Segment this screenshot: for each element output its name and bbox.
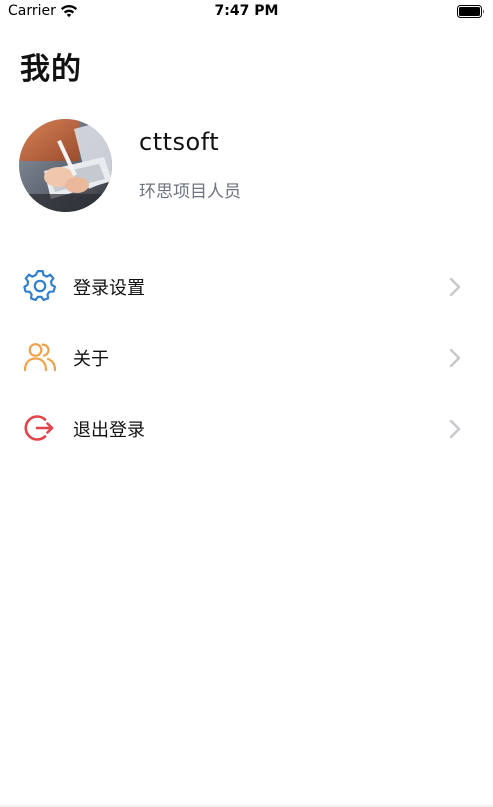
avatar[interactable]	[19, 119, 112, 212]
menu-item-logout[interactable]: 退出登录	[0, 393, 493, 464]
users-icon	[23, 343, 57, 372]
battery-icon	[457, 5, 484, 18]
gear-icon	[23, 270, 57, 302]
menu-item-about[interactable]: 关于	[0, 322, 493, 393]
avatar-photo	[19, 119, 112, 212]
menu-item-login-settings[interactable]: 登录设置	[0, 251, 493, 322]
status-bar: Carrier 7:47 PM	[0, 0, 493, 24]
status-time: 7:47 PM	[214, 3, 279, 19]
profile-username: cttsoft	[139, 128, 220, 156]
chevron-right-icon	[449, 348, 461, 368]
settings-menu: 登录设置 关于 退出登录	[0, 251, 493, 464]
logout-icon	[24, 415, 54, 441]
menu-item-label: 退出登录	[73, 419, 145, 441]
page-title: 我的	[20, 52, 82, 87]
menu-item-label: 登录设置	[73, 277, 145, 299]
menu-item-label: 关于	[73, 348, 109, 370]
profile-role: 环思项目人员	[139, 182, 241, 202]
chevron-right-icon	[449, 277, 461, 297]
chevron-right-icon	[449, 419, 461, 439]
